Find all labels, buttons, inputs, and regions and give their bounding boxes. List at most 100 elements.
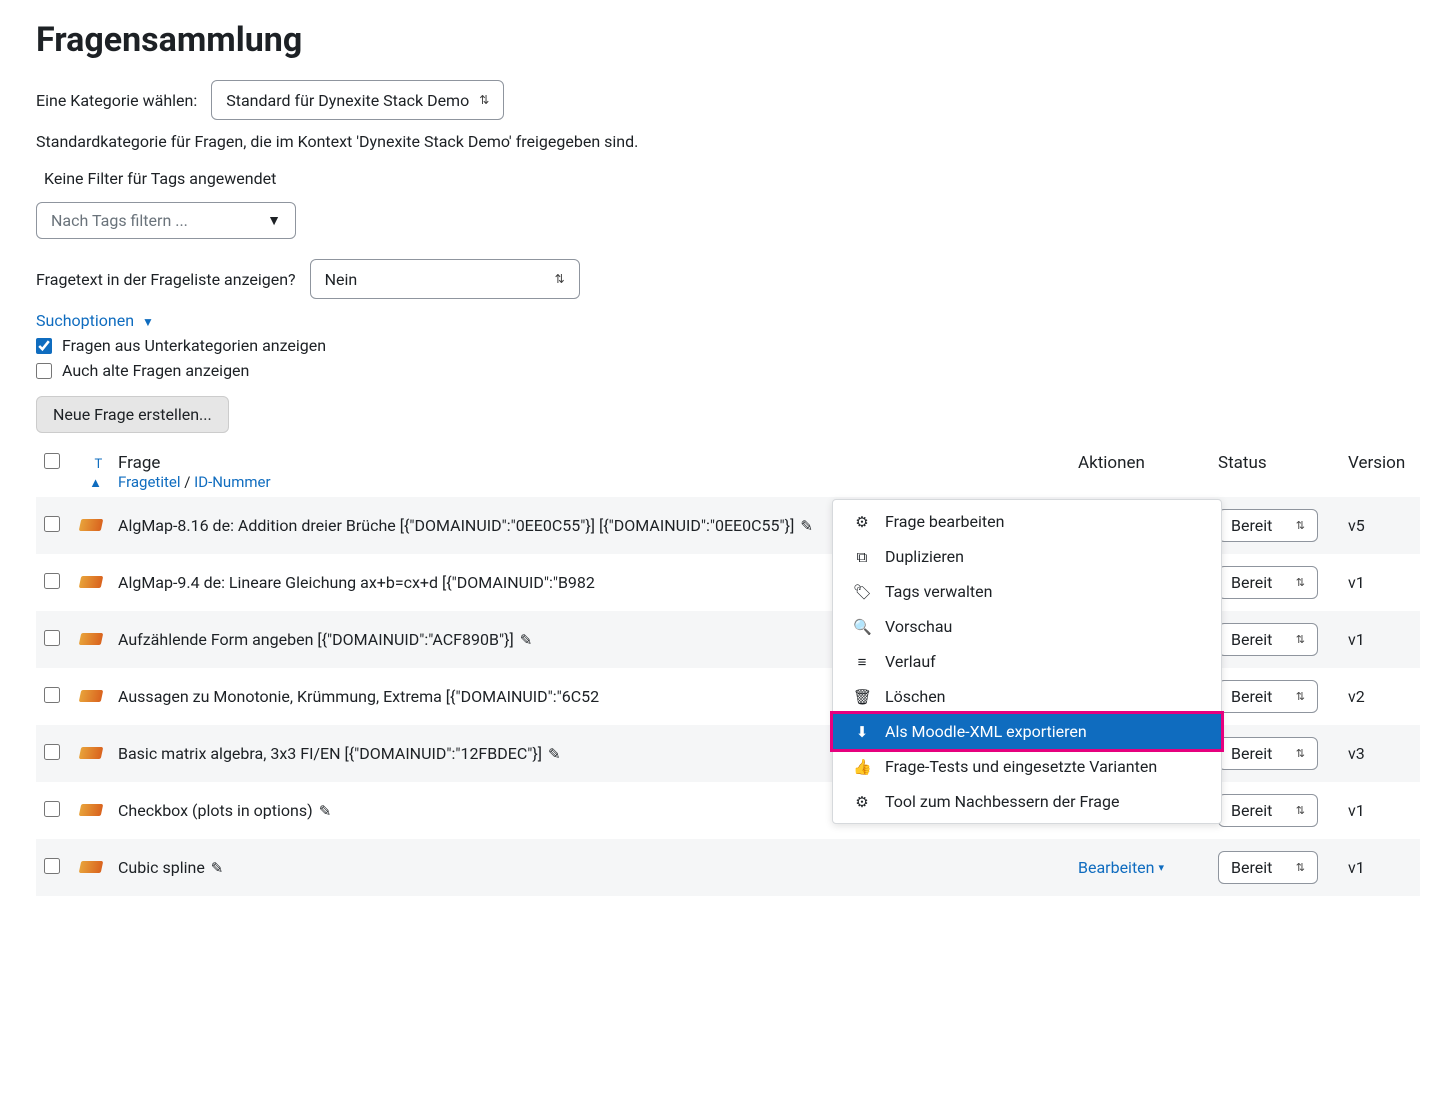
menu-item-label: Frage bearbeiten [885, 512, 1004, 531]
row-checkbox[interactable] [44, 744, 60, 760]
search-options-toggle[interactable]: Suchoptionen [36, 311, 134, 330]
menu-item[interactable]: ⧉ Duplizieren [833, 539, 1221, 574]
question-title: Cubic spline [118, 858, 205, 877]
edit-menu-button[interactable]: Bearbeiten ▾ [1078, 858, 1164, 877]
row-checkbox[interactable] [44, 801, 60, 817]
chevron-updown-icon: ⇅ [1296, 804, 1305, 817]
status-select[interactable]: Bereit⇅ [1218, 737, 1318, 770]
edit-title-icon[interactable]: ✎ [520, 631, 533, 649]
version-cell: v2 [1340, 668, 1420, 725]
question-actions-menu: ⚙ Frage bearbeiten ⧉ Duplizieren 🏷 Tags verwa… [832, 499, 1222, 824]
chevron-updown-icon: ⇅ [1296, 633, 1305, 646]
edit-title-icon[interactable]: ✎ [800, 517, 813, 535]
menu-item-label: Verlauf [885, 652, 936, 671]
row-checkbox[interactable] [44, 516, 60, 532]
menu-item-label: Tags verwalten [885, 582, 992, 601]
menu-item[interactable]: 👍 Frage-Tests und eingesetzte Varianten [833, 749, 1221, 784]
question-title: AlgMap-9.4 de: Lineare Gleichung ax+b=cx… [118, 573, 595, 592]
show-old-label: Auch alte Fragen anzeigen [62, 361, 249, 380]
version-cell: v1 [1340, 782, 1420, 839]
question-type-icon [79, 576, 104, 588]
menu-item-icon: ⚙ [853, 793, 871, 811]
status-select[interactable]: Bereit⇅ [1218, 851, 1318, 884]
menu-item-icon: 🗑 [853, 688, 871, 706]
category-label: Eine Kategorie wählen: [36, 91, 197, 110]
page-title: Fragensammlung [36, 20, 1420, 60]
chevron-updown-icon: ⇅ [1296, 690, 1305, 703]
menu-item-icon: 🏷 [853, 583, 871, 601]
show-old-checkbox[interactable] [36, 363, 52, 379]
menu-item[interactable]: ⬇ Als Moodle-XML exportieren [830, 711, 1224, 752]
menu-item[interactable]: 🗑 Löschen [833, 679, 1221, 714]
edit-title-icon[interactable]: ✎ [319, 802, 332, 820]
status-select[interactable]: Bereit⇅ [1218, 566, 1318, 599]
question-title: Aussagen zu Monotonie, Krümmung, Extrema… [118, 687, 599, 706]
tag-filter-status: Keine Filter für Tags angewendet [44, 169, 1420, 188]
chevron-updown-icon: ⇅ [555, 272, 565, 286]
question-title: Aufzählende Form angeben [{"DOMAINUID":"… [118, 630, 514, 649]
menu-item-label: Duplizieren [885, 547, 964, 566]
tag-filter-input[interactable]: Nach Tags filtern ... ▼ [36, 202, 296, 239]
menu-item[interactable]: ⚙ Frage bearbeiten [833, 504, 1221, 539]
chevron-down-icon: ▾ [1159, 861, 1165, 874]
sort-title-link[interactable]: Fragetitel [118, 473, 181, 491]
row-checkbox[interactable] [44, 573, 60, 589]
question-type-icon [79, 519, 104, 531]
question-type-icon [79, 804, 104, 816]
new-question-button[interactable]: Neue Frage erstellen... [36, 396, 229, 433]
version-cell: v1 [1340, 611, 1420, 668]
version-cell: v3 [1340, 725, 1420, 782]
status-select[interactable]: Bereit⇅ [1218, 680, 1318, 713]
row-checkbox[interactable] [44, 687, 60, 703]
col-status-header: Status [1210, 447, 1340, 497]
showtext-label: Fragetext in der Frageliste anzeigen? [36, 270, 296, 289]
menu-item-label: Als Moodle-XML exportieren [885, 722, 1087, 741]
row-checkbox[interactable] [44, 858, 60, 874]
chevron-updown-icon: ⇅ [479, 93, 489, 107]
menu-item[interactable]: 🔍 Vorschau [833, 609, 1221, 644]
menu-item-icon: ⚙ [853, 513, 871, 531]
status-select[interactable]: Bereit⇅ [1218, 623, 1318, 656]
caret-down-icon: ▼ [267, 212, 281, 229]
col-version-header: Version [1340, 447, 1420, 497]
row-checkbox[interactable] [44, 630, 60, 646]
question-title: Checkbox (plots in options) [118, 801, 313, 820]
edit-title-icon[interactable]: ✎ [548, 745, 561, 763]
version-cell: v1 [1340, 554, 1420, 611]
edit-title-icon[interactable]: ✎ [211, 859, 224, 877]
select-all-checkbox[interactable] [44, 453, 60, 469]
menu-item-icon: ⧉ [853, 548, 871, 566]
menu-item[interactable]: ≡ Verlauf [833, 644, 1221, 679]
question-title: Basic matrix algebra, 3x3 FI/EN [{"DOMAI… [118, 744, 542, 763]
caret-down-icon: ▼ [142, 315, 154, 329]
question-type-icon [79, 747, 104, 759]
question-title: AlgMap-8.16 de: Addition dreier Brüche [… [118, 516, 794, 535]
show-subcategories-checkbox[interactable] [36, 338, 52, 354]
question-type-icon [79, 633, 104, 645]
menu-item-icon: 🔍 [853, 618, 871, 636]
menu-item[interactable]: ⚙Tool zum Nachbessern der Frage [833, 784, 1221, 819]
menu-item-label: Vorschau [885, 617, 952, 636]
category-description: Standardkategorie für Fragen, die im Kon… [36, 132, 1420, 151]
version-cell: v1 [1340, 839, 1420, 896]
sort-id-link[interactable]: ID-Nummer [194, 473, 270, 491]
category-select[interactable]: Standard für Dynexite Stack Demo ⇅ [211, 80, 504, 120]
menu-item[interactable]: 🏷 Tags verwalten [833, 574, 1221, 609]
showtext-select[interactable]: Nein ⇅ [310, 259, 580, 299]
sort-type[interactable]: T ▲ [89, 457, 102, 491]
status-select[interactable]: Bereit⇅ [1218, 794, 1318, 827]
menu-item-label: Frage-Tests und eingesetzte Varianten [885, 757, 1157, 776]
menu-item-icon: ⬇ [853, 723, 871, 741]
menu-item-icon: ≡ [853, 653, 871, 671]
menu-item-icon: 👍 [853, 758, 871, 776]
chevron-updown-icon: ⇅ [1296, 747, 1305, 760]
chevron-updown-icon: ⇅ [1296, 576, 1305, 589]
question-type-icon [79, 690, 104, 702]
chevron-updown-icon: ⇅ [1296, 861, 1305, 874]
col-actions-header: Aktionen [1070, 447, 1210, 497]
version-cell: v5 [1340, 497, 1420, 554]
menu-item-label: Löschen [885, 687, 946, 706]
show-subcategories-label: Fragen aus Unterkategorien anzeigen [62, 336, 326, 355]
status-select[interactable]: Bereit⇅ [1218, 509, 1318, 542]
col-question-header: Frage [118, 453, 1062, 473]
